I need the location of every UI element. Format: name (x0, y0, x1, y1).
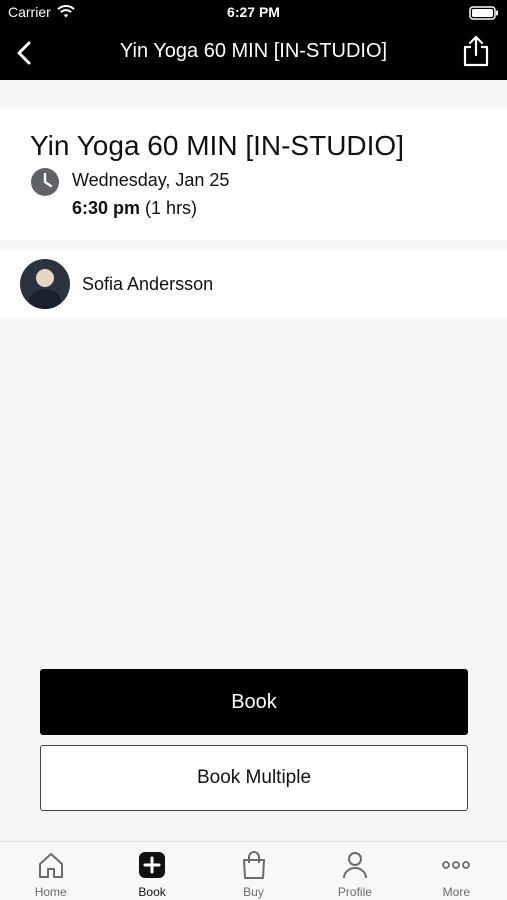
tab-book[interactable]: Book (101, 842, 202, 900)
class-info-card: Yin Yoga 60 MIN [IN-STUDIO] Wednesday, J… (0, 108, 507, 240)
instructor-name: Sofia Andersson (82, 274, 214, 294)
tab-profile-label: Profile (337, 885, 372, 899)
status-bar: Carrier 6:27 PM (0, 0, 507, 26)
tab-profile[interactable]: Profile (304, 842, 405, 900)
clock-time: 6:27 PM (227, 4, 280, 20)
battery-icon (469, 6, 498, 20)
avatar (20, 259, 70, 309)
shopping-bag-icon (242, 851, 265, 879)
tab-buy[interactable]: Buy (203, 842, 304, 900)
clock-icon (31, 168, 59, 196)
tab-book-label: Book (138, 885, 166, 899)
tab-more[interactable]: More (406, 842, 507, 900)
book-button[interactable]: Book (40, 669, 468, 735)
class-time: 6:30 pm (1 hrs) (72, 198, 197, 219)
share-icon[interactable] (461, 34, 491, 68)
tab-bar: Home Book Buy Profile More (0, 841, 507, 900)
person-icon (342, 852, 367, 879)
tab-more-label: More (442, 885, 470, 899)
tab-buy-label: Buy (243, 885, 264, 899)
class-date: Wednesday, Jan 25 (72, 170, 230, 190)
plus-square-icon (139, 852, 166, 878)
ellipsis-icon (442, 861, 471, 869)
back-chevron-icon[interactable] (10, 38, 40, 68)
nav-title: Yin Yoga 60 MIN [IN-STUDIO] (119, 40, 388, 62)
navigation-bar: Yin Yoga 60 MIN [IN-STUDIO] (0, 26, 507, 80)
home-icon (38, 853, 63, 878)
tab-home-label: Home (34, 885, 67, 899)
instructor-row[interactable]: Sofia Andersson (0, 250, 507, 318)
class-title: Yin Yoga 60 MIN [IN-STUDIO] (30, 130, 404, 161)
class-duration: (1 hrs) (145, 198, 198, 218)
tab-home[interactable]: Home (0, 842, 101, 900)
book-multiple-button[interactable]: Book Multiple (40, 745, 468, 811)
class-start-time: 6:30 pm (72, 198, 141, 218)
